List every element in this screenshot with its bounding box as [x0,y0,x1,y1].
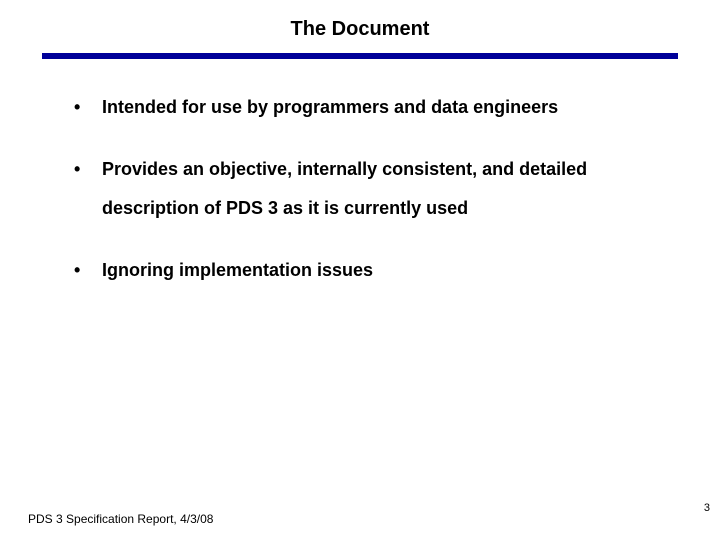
slide-title: The Document [0,18,720,41]
list-item: Provides an objective, internally consis… [74,150,654,229]
page-number: 3 [704,502,710,514]
title-underline [42,53,678,59]
list-item: Ignoring implementation issues [74,251,654,291]
footer-text: PDS 3 Specification Report, 4/3/08 [28,512,213,526]
list-item: Intended for use by programmers and data… [74,88,654,128]
slide: The Document Intended for use by program… [0,0,720,540]
bullet-list: Intended for use by programmers and data… [74,88,654,312]
